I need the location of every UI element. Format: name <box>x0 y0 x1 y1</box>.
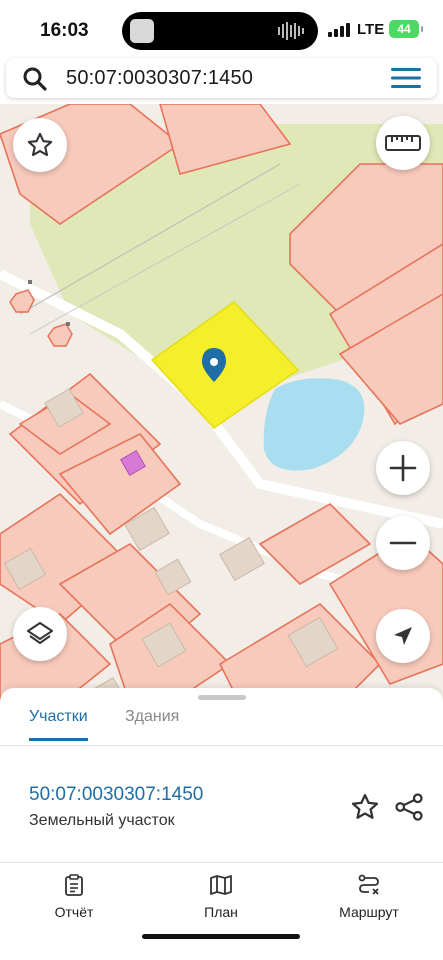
map-plan-icon <box>210 875 232 895</box>
cellular-signal-icon <box>328 23 350 37</box>
star-icon <box>27 132 53 157</box>
pond <box>263 378 365 471</box>
nav-plan-label: План <box>204 904 238 920</box>
favorite-button[interactable] <box>13 118 67 172</box>
nav-plan[interactable]: План <box>166 874 276 920</box>
zoom-out-button[interactable] <box>376 516 430 570</box>
map-point <box>47 323 73 347</box>
nav-route-label: Маршрут <box>339 904 399 920</box>
now-playing-thumbnail <box>130 19 154 43</box>
hamburger-menu-icon[interactable] <box>391 68 421 88</box>
map-canvas[interactable] <box>0 104 443 704</box>
cadastral-map[interactable] <box>0 104 443 704</box>
nav-report-label: Отчёт <box>54 904 94 920</box>
map-point <box>9 289 35 313</box>
sheet-drag-handle[interactable] <box>198 695 246 700</box>
zoom-in-icon <box>389 454 417 482</box>
nav-route[interactable]: Маршрут <box>314 874 424 920</box>
dynamic-island <box>122 12 318 50</box>
layers-icon <box>27 622 53 644</box>
zoom-in-button[interactable] <box>376 441 430 495</box>
bottom-sheet: Участки Здания 50:07:0030307:1450 Земель… <box>0 688 443 960</box>
home-indicator[interactable] <box>142 934 300 939</box>
add-favorite-star-icon[interactable] <box>350 792 380 822</box>
nav-report[interactable]: Отчёт <box>19 874 129 920</box>
status-time: 16:03 <box>40 20 89 41</box>
audio-wave-icon <box>278 22 304 40</box>
tab-parcels[interactable]: Участки <box>29 708 88 741</box>
search-bar[interactable]: 50:07:0030307:1450 <box>6 58 437 98</box>
route-icon <box>358 874 379 895</box>
network-type: LTE <box>357 21 385 38</box>
battery-indicator: 44 <box>389 20 423 38</box>
ruler-icon <box>385 135 421 151</box>
cadastral-number-link[interactable]: 50:07:0030307:1450 <box>29 784 203 806</box>
my-location-button[interactable] <box>376 609 430 663</box>
plot-type-label: Земельный участок <box>29 812 175 829</box>
layers-button[interactable] <box>13 607 67 661</box>
tab-buildings[interactable]: Здания <box>125 708 179 738</box>
sheet-divider <box>0 862 443 863</box>
sheet-tabs: Участки Здания <box>0 706 443 746</box>
bottom-navigation: Отчёт План Маршрут <box>0 864 443 924</box>
status-bar: 16:03 LTE 44 <box>0 0 443 58</box>
location-arrow-icon <box>394 627 412 645</box>
search-input[interactable]: 50:07:0030307:1450 <box>66 67 253 90</box>
report-icon <box>65 874 83 896</box>
zoom-out-icon <box>389 541 417 545</box>
search-icon[interactable] <box>22 66 48 92</box>
ruler-button[interactable] <box>376 116 430 170</box>
share-icon[interactable] <box>394 792 424 822</box>
